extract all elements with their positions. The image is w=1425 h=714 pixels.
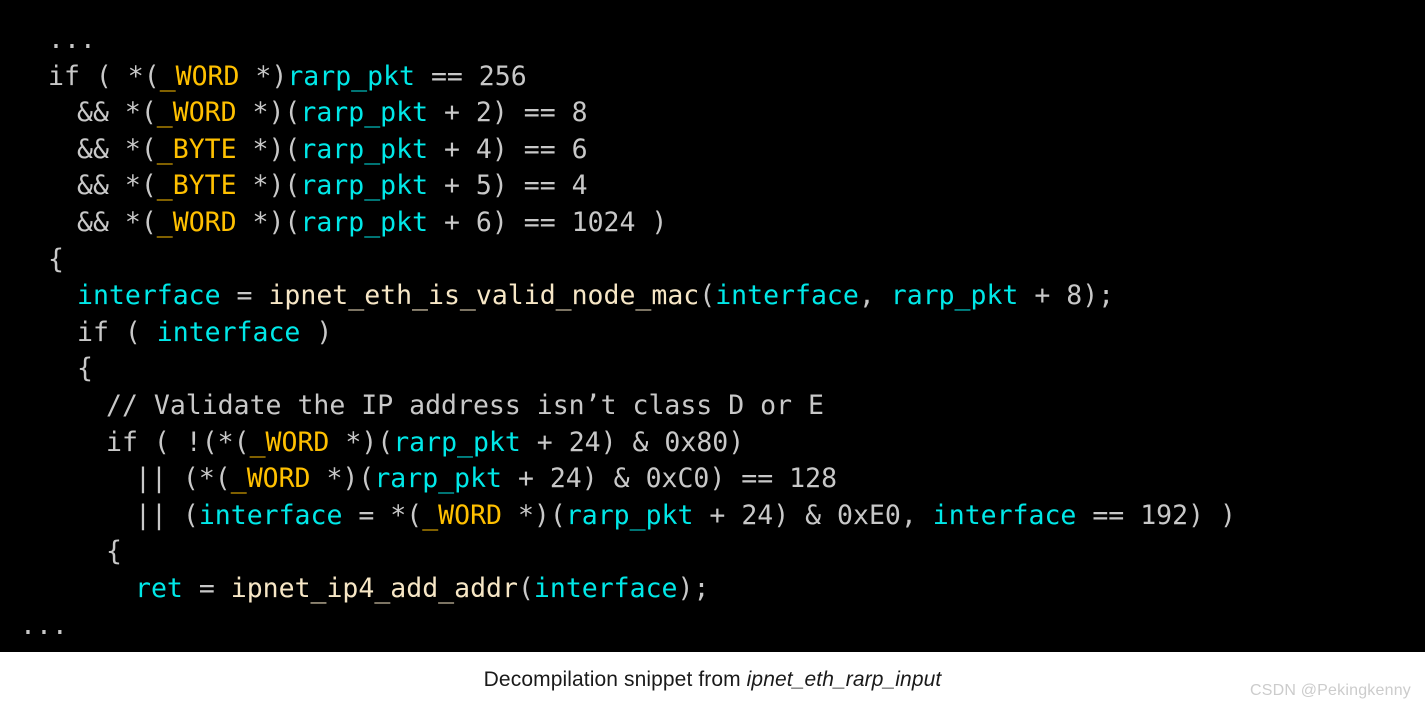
- code-token-var: ret: [135, 572, 183, 604]
- code-line: || (*(_WORD *)(rarp_pkt + 24) & 0xC0) ==…: [0, 461, 1425, 498]
- code-token-plain: || (*(: [135, 463, 231, 495]
- caption-prefix: Decompilation snippet from: [483, 668, 747, 691]
- code-line: && *(_WORD *)(rarp_pkt + 6) == 1024 ): [0, 205, 1425, 242]
- code-token-func: ipnet_eth_is_valid_node_mac: [268, 280, 700, 312]
- code-token-plain: {: [106, 536, 122, 568]
- code-line: && *(_BYTE *)(rarp_pkt + 5) == 4: [0, 168, 1425, 205]
- watermark: CSDN @Pekingkenny: [1249, 682, 1411, 699]
- code-token-plain: + 6) == 1024 ): [428, 206, 668, 238]
- code-token-plain: if ( *(: [48, 60, 160, 92]
- code-token-plain: ...: [48, 24, 96, 55]
- code-token-plain: ): [300, 316, 333, 348]
- code-line: {: [0, 351, 1425, 388]
- code-token-type: _WORD: [156, 206, 237, 238]
- code-token-var: interface: [156, 316, 301, 348]
- code-token-var: rarp_pkt: [890, 280, 1019, 312]
- code-token-type: _BYTE: [156, 133, 237, 165]
- code-token-var: rarp_pkt: [393, 426, 521, 458]
- code-token-var: interface: [533, 572, 678, 604]
- code-token-plain: *)(: [310, 463, 375, 495]
- code-token-plain: = *(: [342, 499, 423, 531]
- code-token-var: rarp_pkt: [300, 170, 429, 202]
- code-token-var: interface: [198, 499, 343, 531]
- code-token-type: _WORD: [159, 60, 240, 92]
- code-token-var: interface: [932, 499, 1077, 531]
- code-token-type: _BYTE: [156, 170, 237, 202]
- code-token-plain: *)(: [236, 170, 301, 202]
- figure-caption: Decompilation snippet from ipnet_eth_rar…: [0, 668, 1425, 692]
- code-token-plain: if (: [77, 316, 157, 348]
- code-line: || (interface = *(_WORD *)(rarp_pkt + 24…: [0, 498, 1425, 535]
- code-token-plain: {: [48, 243, 64, 275]
- code-line: interface = ipnet_eth_is_valid_node_mac(…: [0, 278, 1425, 315]
- code-token-plain: *)(: [236, 97, 301, 129]
- code-token-var: interface: [715, 280, 859, 312]
- code-token-plain: ...: [20, 609, 68, 641]
- code-token-var: interface: [77, 280, 221, 312]
- code-token-plain: (: [699, 280, 716, 312]
- code-token-type: _WORD: [249, 426, 330, 458]
- code-line: && *(_WORD *)(rarp_pkt + 2) == 8: [0, 95, 1425, 132]
- code-line: ...: [0, 22, 1425, 59]
- code-token-plain: || (: [135, 499, 199, 531]
- code-token-plain: + 5) == 4: [428, 170, 588, 202]
- code-token-plain: =: [220, 280, 269, 312]
- code-line: if ( interface ): [0, 315, 1425, 352]
- code-token-plain: && *(: [77, 97, 157, 129]
- code-token-plain: *)(: [501, 499, 566, 531]
- code-token-plain: {: [77, 353, 93, 385]
- code-line: ret = ipnet_ip4_add_addr(interface);: [0, 571, 1425, 608]
- code-token-plain: + 8);: [1018, 280, 1115, 312]
- code-token-var: rarp_pkt: [300, 97, 429, 129]
- code-line: {: [0, 242, 1425, 279]
- code-token-plain: );: [677, 572, 710, 604]
- code-token-func: ipnet_ip4_add_addr: [230, 572, 518, 604]
- page-root: ... if ( *(_WORD *)rarp_pkt == 256 && *(_W…: [0, 0, 1425, 714]
- code-token-plain: + 4) == 6: [428, 133, 588, 165]
- code-token-plain: if ( !(*(: [106, 426, 250, 458]
- code-line: && *(_BYTE *)(rarp_pkt + 4) == 6: [0, 132, 1425, 169]
- code-token-plain: + 24) & 0x80): [520, 426, 745, 458]
- code-line: ...: [0, 608, 1425, 645]
- code-token-plain: =: [182, 572, 231, 604]
- code-token-var: rarp_pkt: [300, 206, 429, 238]
- code-token-plain: *): [239, 60, 288, 92]
- code-token-plain: *)(: [236, 206, 301, 238]
- code-token-plain: *)(: [236, 133, 301, 165]
- code-line: if ( !(*(_WORD *)(rarp_pkt + 24) & 0x80): [0, 425, 1425, 462]
- code-line: {: [0, 534, 1425, 571]
- code-token-plain: && *(: [77, 206, 157, 238]
- code-line: // Validate the IP address isn’t class D…: [0, 388, 1425, 425]
- code-token-plain: == 256: [414, 60, 527, 92]
- code-block: ... if ( *(_WORD *)rarp_pkt == 256 && *(_W…: [0, 0, 1425, 652]
- code-token-plain: && *(: [77, 133, 157, 165]
- code-token-var: rarp_pkt: [374, 463, 502, 495]
- code-token-plain: + 24) & 0xC0) == 128: [501, 463, 838, 495]
- code-token-plain: && *(: [77, 170, 157, 202]
- code-token-type: _WORD: [230, 463, 311, 495]
- code-token-type: _WORD: [422, 499, 502, 531]
- code-token-plain: ,: [858, 280, 891, 312]
- code-token-plain: (: [517, 572, 534, 604]
- code-token-var: rarp_pkt: [300, 133, 429, 165]
- code-token-var: rarp_pkt: [565, 499, 694, 531]
- code-line: if ( *(_WORD *)rarp_pkt == 256: [0, 59, 1425, 96]
- code-token-plain: == 192) ): [1076, 499, 1236, 531]
- caption-function-name: ipnet_eth_rarp_input: [746, 668, 942, 691]
- code-token-plain: + 24) & 0xE0,: [693, 499, 933, 531]
- code-token-comment: // Validate the IP address isn’t class D…: [106, 389, 824, 421]
- code-token-type: _WORD: [156, 97, 237, 129]
- code-token-plain: + 2) == 8: [428, 97, 588, 129]
- code-listing: ... if ( *(_WORD *)rarp_pkt == 256 && *(_W…: [0, 22, 1425, 644]
- code-token-plain: *)(: [329, 426, 394, 458]
- code-token-var: rarp_pkt: [287, 60, 415, 92]
